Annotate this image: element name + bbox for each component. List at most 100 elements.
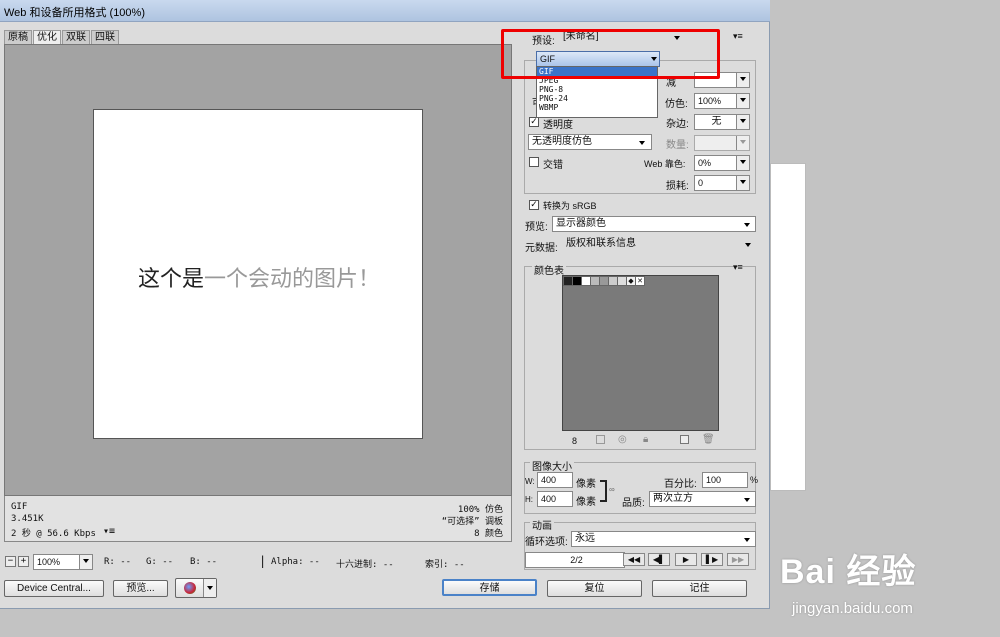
prev-frame-button[interactable]: ◀▌ bbox=[648, 553, 670, 566]
image-size-label: 图像大小 bbox=[530, 458, 574, 473]
tab-optimized[interactable]: 优化 bbox=[33, 30, 61, 44]
interlaced-checkbox[interactable] bbox=[529, 157, 539, 167]
width-input-value: 400 bbox=[541, 475, 557, 485]
next-frame-button[interactable]: ▌▶ bbox=[701, 553, 723, 566]
width-input[interactable]: 400 bbox=[537, 472, 573, 488]
metadata-select-value: 版权和联系信息 bbox=[566, 238, 636, 249]
chevron-down-icon bbox=[639, 141, 645, 145]
status-alpha: Alpha: -- bbox=[271, 557, 320, 567]
web-snap-value: 0% bbox=[698, 158, 712, 168]
trash-icon[interactable]: 🗑︎ bbox=[702, 434, 715, 445]
info-size: 3.451K bbox=[11, 514, 44, 524]
matte-select-value: 无 bbox=[711, 116, 722, 127]
amount-select[interactable] bbox=[694, 135, 750, 151]
new-color-icon[interactable] bbox=[680, 435, 689, 444]
chevron-down-icon bbox=[736, 136, 749, 150]
zoom-select[interactable]: 100% bbox=[33, 554, 93, 570]
last-frame-button[interactable]: ▶▶ bbox=[727, 553, 749, 566]
color-count: 8 bbox=[572, 436, 578, 446]
convert-srgb-checkbox[interactable]: ✓ bbox=[529, 200, 539, 210]
transparency-label: 透明度 bbox=[543, 120, 573, 131]
web-snap-select[interactable]: 0% bbox=[694, 155, 750, 171]
link-icon[interactable]: ∞ bbox=[609, 485, 615, 494]
matte-select[interactable]: 无 bbox=[694, 114, 750, 130]
zoom-out-button[interactable]: − bbox=[5, 556, 16, 567]
format-option-png24[interactable]: PNG-24 bbox=[537, 94, 657, 103]
quality-label: 品质: bbox=[622, 498, 645, 509]
chevron-down-icon bbox=[79, 555, 92, 569]
panel-menu-icon[interactable]: ▾≡ bbox=[733, 31, 743, 42]
dither-amount-value: 100% bbox=[698, 96, 722, 106]
color-table[interactable]: ◆ ✕ bbox=[562, 275, 719, 431]
tab-2up[interactable]: 双联 bbox=[62, 30, 90, 44]
web-shift-icon[interactable]: ◎ bbox=[618, 434, 627, 445]
percent-label: 百分比: bbox=[664, 479, 697, 490]
matte-label: 杂边: bbox=[666, 119, 689, 130]
lossy-select[interactable]: 0 bbox=[694, 175, 750, 191]
transparency-dither-select[interactable]: 无透明度仿色 bbox=[528, 134, 652, 150]
status-hex: 十六进制: -- bbox=[336, 560, 394, 570]
chevron-down-icon bbox=[745, 243, 751, 247]
height-input[interactable]: 400 bbox=[537, 491, 573, 507]
color-table-menu-icon[interactable]: ▾≡ bbox=[733, 262, 743, 273]
tab-original[interactable]: 原稿 bbox=[4, 30, 32, 44]
window-title: Web 和设备所用格式 (100%) bbox=[4, 7, 145, 19]
quality-select[interactable]: 两次立方 bbox=[649, 491, 756, 507]
format-option-png8[interactable]: PNG-8 bbox=[537, 85, 657, 94]
chevron-down-icon bbox=[736, 94, 749, 108]
width-label: W: bbox=[525, 477, 535, 486]
transparency-checkbox[interactable]: ✓ bbox=[529, 117, 539, 127]
percent-sign: % bbox=[750, 475, 759, 485]
lock-icon[interactable]: 🔒︎ bbox=[643, 434, 648, 445]
lossy-label: 损耗: bbox=[666, 181, 689, 192]
constrain-bracket bbox=[600, 480, 607, 502]
annotation-highlight-box bbox=[501, 29, 720, 79]
percent-input-value: 100 bbox=[706, 475, 722, 485]
watermark-url: jingyan.baidu.com bbox=[792, 600, 913, 617]
loop-select[interactable]: 永远 bbox=[571, 531, 756, 547]
chevron-down-icon bbox=[736, 115, 749, 129]
preview-label: 预览: bbox=[525, 222, 548, 233]
tab-4up[interactable]: 四联 bbox=[91, 30, 119, 44]
chevron-down-icon bbox=[744, 538, 750, 542]
zoom-in-button[interactable]: + bbox=[18, 556, 29, 567]
info-menu-icon[interactable]: ▾≡ bbox=[103, 526, 115, 537]
preview-select[interactable]: 显示器颜色 bbox=[552, 216, 756, 232]
amount-label: 数量: bbox=[666, 140, 689, 151]
metadata-label: 元数据: bbox=[525, 243, 558, 254]
transparent-swatch[interactable]: ✕ bbox=[635, 276, 645, 286]
watermark-logo: Bai 经验 bbox=[780, 553, 917, 591]
status-index: 索引: -- bbox=[425, 560, 465, 570]
preview-image: 这个是一个会动的图片！ bbox=[93, 109, 423, 439]
height-label: H: bbox=[525, 495, 533, 504]
map-to-transparent-icon[interactable] bbox=[596, 435, 605, 444]
animation-label: 动画 bbox=[530, 517, 554, 532]
browser-preview-button[interactable] bbox=[175, 578, 217, 598]
web-snap-label: Web 靠色: bbox=[644, 159, 686, 169]
loop-label: 循环选项: bbox=[525, 537, 568, 548]
view-tabs: 原稿 优化 双联 四联 bbox=[4, 30, 120, 44]
percent-input[interactable]: 100 bbox=[702, 472, 748, 488]
browser-icon bbox=[184, 582, 196, 594]
play-button[interactable]: ▶ bbox=[675, 553, 697, 566]
preview-button[interactable]: 预览... bbox=[113, 580, 168, 597]
title-bar[interactable]: Web 和设备所用格式 (100%) bbox=[0, 0, 770, 22]
chevron-down-icon bbox=[736, 156, 749, 170]
preview-select-value: 显示器颜色 bbox=[556, 218, 606, 229]
first-frame-button[interactable]: ◀◀ bbox=[623, 553, 645, 566]
preview-canvas[interactable]: 这个是一个会动的图片！ bbox=[4, 44, 512, 496]
save-for-web-window: Web 和设备所用格式 (100%) 原稿 优化 双联 四联 这个是一个会动的图… bbox=[0, 0, 770, 609]
width-unit: 像素 bbox=[576, 479, 596, 490]
convert-srgb-label: 转换为 sRGB bbox=[543, 201, 597, 211]
watermark: Bai 经验 jingyan.baidu.com bbox=[770, 540, 1000, 637]
quality-select-value: 两次立方 bbox=[653, 493, 693, 504]
background-document bbox=[770, 163, 806, 491]
dither-amount-select[interactable]: 100% bbox=[694, 93, 750, 109]
image-caption-dark: 这个是 bbox=[137, 266, 204, 291]
format-option-wbmp[interactable]: WBMP bbox=[537, 103, 657, 112]
metadata-select[interactable]: 版权和联系信息 bbox=[563, 237, 756, 253]
chevron-down-icon bbox=[736, 73, 749, 87]
loop-select-value: 永远 bbox=[575, 533, 595, 544]
height-input-value: 400 bbox=[541, 494, 557, 504]
device-central-button[interactable]: Device Central... bbox=[4, 580, 104, 597]
